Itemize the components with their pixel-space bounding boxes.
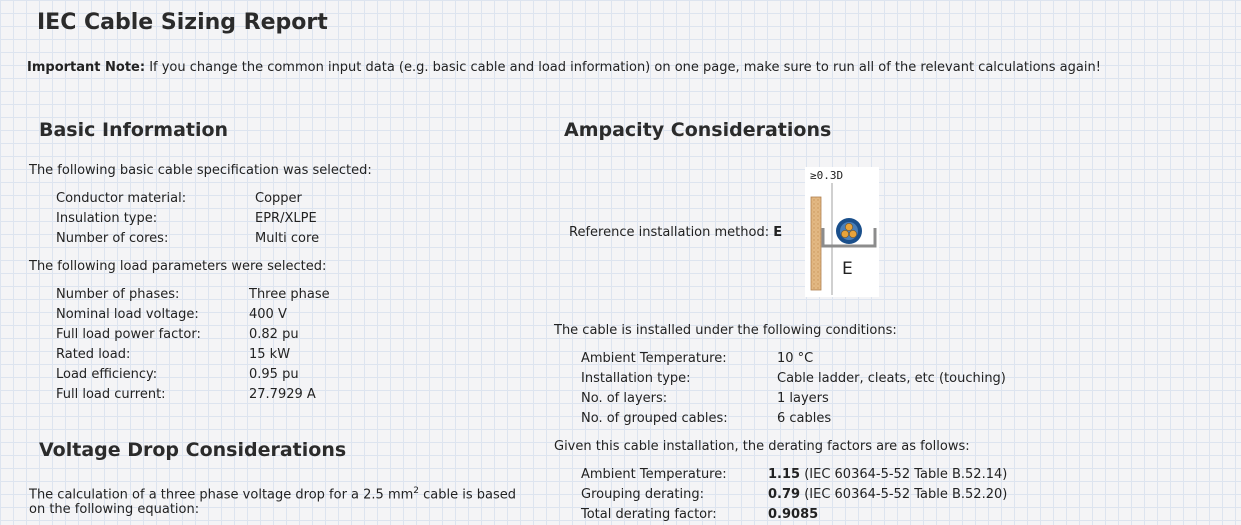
voltage-drop-heading: Voltage Drop Considerations <box>39 439 347 461</box>
vd-text-pre: The calculation of a three phase voltage… <box>29 487 414 503</box>
note-label: Important Note: <box>27 60 146 75</box>
installation-diagram-svg: ≥0.3D E <box>810 169 877 295</box>
row-key: Total derating factor: <box>581 507 717 522</box>
row-value: 0.9085 <box>768 507 818 522</box>
core-icon <box>841 230 849 238</box>
row-key: Number of phases: <box>56 287 180 302</box>
row-value: 1.15 (IEC 60364-5-52 Table B.52.14) <box>768 467 1007 482</box>
row-key: Ambient Temperature: <box>581 351 727 366</box>
row-value: Cable ladder, cleats, etc (touching) <box>777 371 1006 386</box>
derate-reference: (IEC 60364-5-52 Table B.52.20) <box>800 487 1008 502</box>
row-key: Conductor material: <box>56 191 187 206</box>
method-letter: E <box>842 259 853 279</box>
row-value: 27.7929 A <box>249 387 316 402</box>
row-key: Rated load: <box>56 347 131 362</box>
row-key: No. of grouped cables: <box>581 411 728 426</box>
row-key: Grouping derating: <box>581 487 704 502</box>
important-note: Important Note: If you change the common… <box>27 60 1101 75</box>
clearance-label: ≥0.3D <box>810 169 843 182</box>
row-key: Ambient Temperature: <box>581 467 727 482</box>
row-value: 10 °C <box>777 351 814 366</box>
ampacity-heading: Ampacity Considerations <box>564 119 832 141</box>
row-value: Three phase <box>249 287 330 302</box>
derate-value: 0.79 <box>768 487 801 502</box>
derate-intro: Given this cable installation, the derat… <box>554 439 970 454</box>
row-value: 6 cables <box>777 411 832 426</box>
row-key: Full load current: <box>56 387 166 402</box>
load-params-intro: The following load parameters were selec… <box>29 259 327 274</box>
install-intro: The cable is installed under the followi… <box>554 323 897 338</box>
row-value: 0.79 (IEC 60364-5-52 Table B.52.20) <box>768 487 1007 502</box>
row-value: 1 layers <box>777 391 829 406</box>
row-key: Load efficiency: <box>56 367 158 382</box>
row-key: Full load power factor: <box>56 327 201 342</box>
core-icon <box>845 223 853 231</box>
row-key: No. of layers: <box>581 391 668 406</box>
basic-info-heading: Basic Information <box>39 119 229 141</box>
reference-method-value: E <box>773 225 783 240</box>
installation-method-diagram: ≥0.3D E <box>805 167 879 297</box>
voltage-drop-text-2: on the following equation: <box>29 502 200 517</box>
vd-text-post: cable is based <box>419 487 517 503</box>
row-value: 0.95 pu <box>249 367 299 382</box>
row-key: Insulation type: <box>56 211 158 226</box>
core-icon <box>849 230 857 238</box>
note-text: If you change the common input data (e.g… <box>145 60 1101 75</box>
derate-reference: (IEC 60364-5-52 Table B.52.14) <box>800 467 1008 482</box>
reference-method-label: Reference installation method: <box>569 225 774 240</box>
row-value: Multi core <box>255 231 320 246</box>
row-key: Number of cores: <box>56 231 169 246</box>
voltage-drop-text: The calculation of a three phase voltage… <box>29 486 516 502</box>
reference-method: Reference installation method: E <box>569 225 782 240</box>
row-value: Copper <box>255 191 302 206</box>
wall-icon <box>810 196 822 291</box>
row-value: EPR/XLPE <box>255 211 317 226</box>
row-key: Nominal load voltage: <box>56 307 199 322</box>
row-value: 400 V <box>249 307 287 322</box>
derate-value: 1.15 <box>768 467 801 482</box>
derate-value: 0.9085 <box>768 507 819 522</box>
page-title: IEC Cable Sizing Report <box>37 10 328 35</box>
cable-spec-intro: The following basic cable specification … <box>29 163 372 178</box>
row-key: Installation type: <box>581 371 691 386</box>
row-value: 15 kW <box>249 347 291 362</box>
row-value: 0.82 pu <box>249 327 299 342</box>
